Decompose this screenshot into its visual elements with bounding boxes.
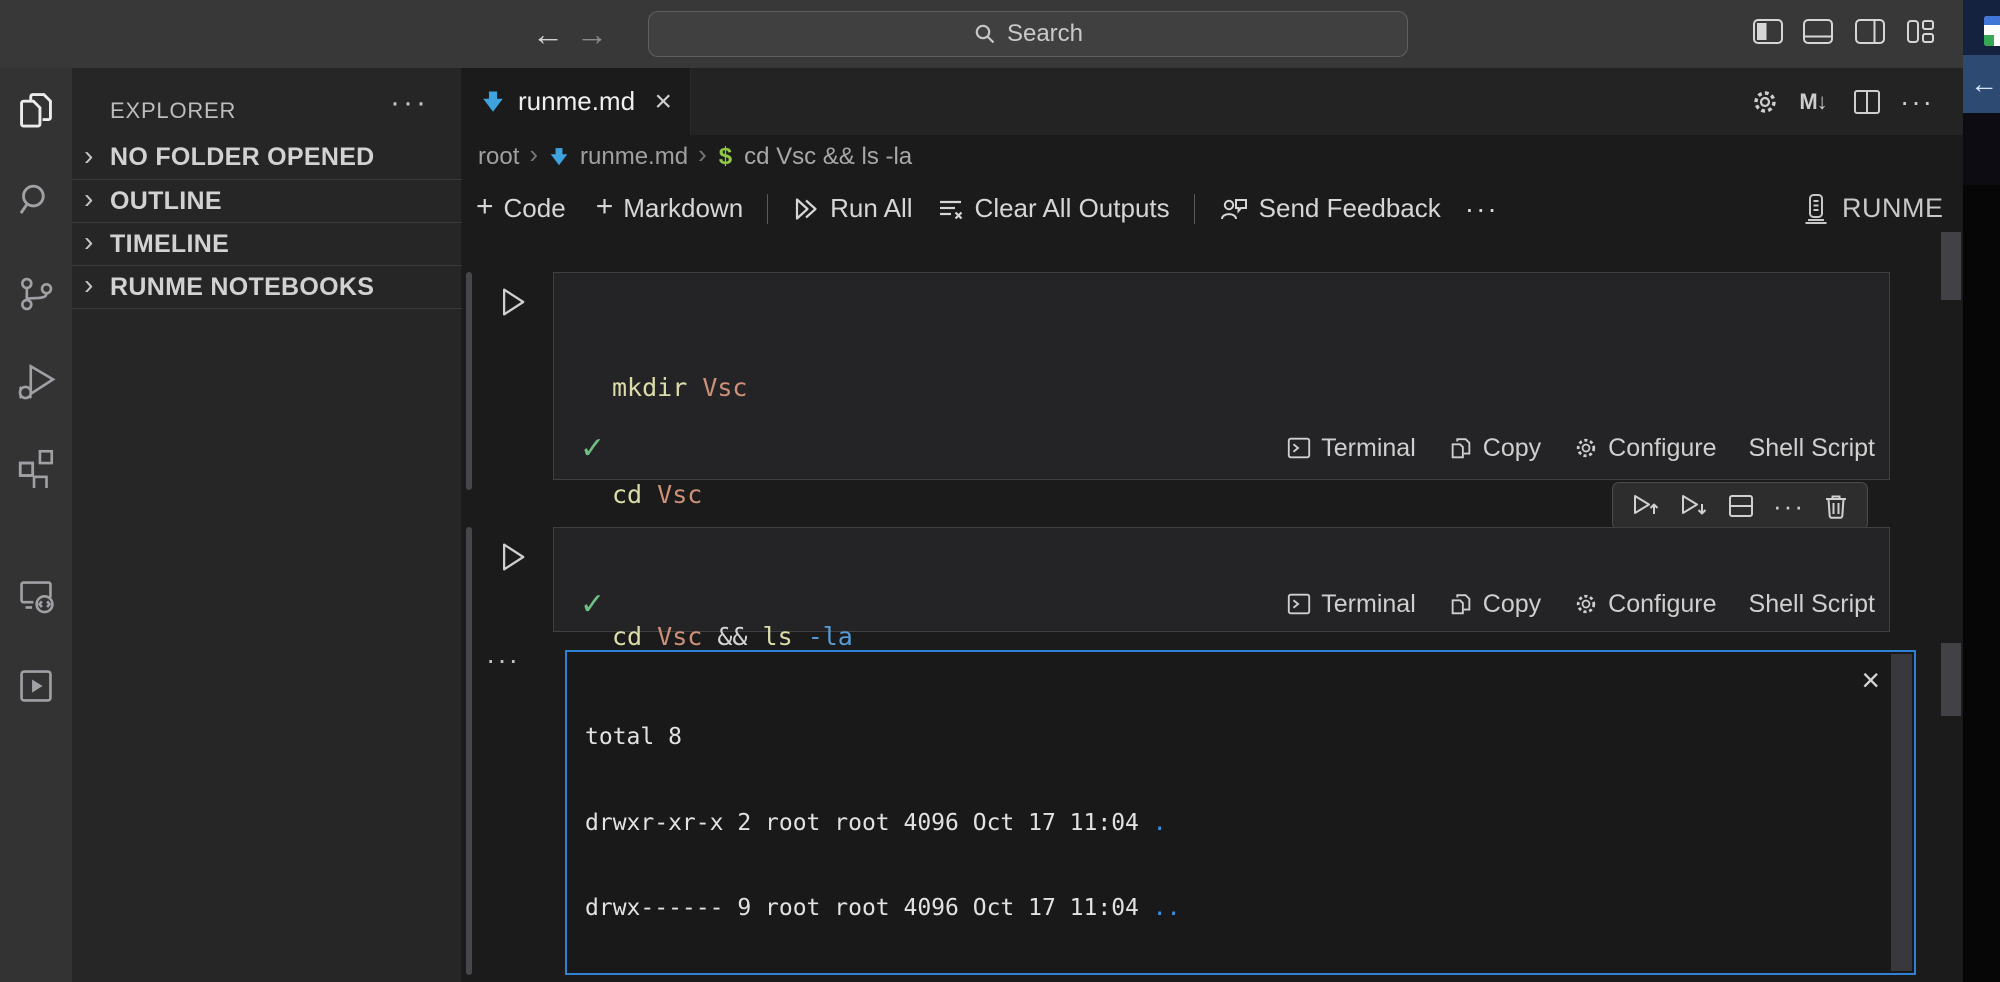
sidebar-section-outline[interactable]: › OUTLINE — [72, 179, 462, 222]
sidebar-section-no-folder-opened[interactable]: › NO FOLDER OPENED — [72, 136, 462, 179]
breadcrumb-file[interactable]: runme.md — [580, 143, 688, 171]
run-cell-button[interactable] — [494, 284, 530, 320]
send-feedback-icon — [1219, 195, 1249, 223]
toggle-secondary-sidebar-icon[interactable] — [1854, 18, 1888, 48]
output-scrollbar-thumb[interactable] — [1941, 643, 1961, 716]
runme-panel-icon[interactable] — [0, 662, 72, 710]
cell-output-terminal[interactable]: total 8 drwxr-xr-x 2 root root 4096 Oct … — [565, 650, 1916, 975]
close-output-icon[interactable]: × — [1861, 664, 1880, 696]
editor-scrollbar-thumb[interactable] — [1941, 232, 1961, 300]
cell-success-check-icon: ✓ — [580, 431, 605, 466]
command-center-search[interactable]: Search — [648, 11, 1408, 57]
run-cell-button[interactable] — [494, 539, 530, 575]
runme-file-icon — [480, 88, 506, 116]
cell-status-bar: Terminal Copy Configure Shell Script — [1286, 434, 1875, 463]
cell-hover-toolbar: ··· — [1612, 482, 1868, 530]
terminal-output-text: total 8 drwxr-xr-x 2 root root 4096 Oct … — [585, 666, 1914, 982]
configure-button[interactable]: Configure — [1573, 434, 1716, 463]
adjacent-window-toolbar: ← — [1963, 55, 2000, 113]
execute-above-cells-icon[interactable] — [1631, 492, 1661, 520]
history-back-icon[interactable]: ← — [528, 10, 568, 58]
split-editor-icon[interactable] — [1850, 86, 1884, 118]
more-actions-icon[interactable]: ··· — [1773, 491, 1805, 522]
plus-icon: + — [596, 192, 614, 222]
cell-focus-indicator[interactable] — [466, 272, 472, 490]
send-feedback-button[interactable]: Send Feedback — [1219, 193, 1441, 224]
remote-explorer-icon[interactable] — [0, 571, 72, 619]
search-view-icon[interactable] — [0, 176, 72, 224]
breadcrumb: root › runme.md › $ cd Vsc && ls -la — [478, 135, 912, 178]
toolbar-divider — [767, 194, 768, 224]
toolbar-divider — [1194, 194, 1195, 224]
clear-all-outputs-icon — [937, 195, 965, 223]
breadcrumb-shell-prompt: $ — [719, 143, 732, 171]
search-label: Search — [1007, 20, 1083, 48]
add-code-cell-button[interactable]: + Code — [476, 193, 566, 224]
cell-language-label[interactable]: Shell Script — [1749, 590, 1875, 619]
delete-cell-icon[interactable] — [1823, 492, 1849, 520]
explorer-sidebar: EXPLORER ··· › NO FOLDER OPENED › OUTLIN… — [72, 68, 462, 982]
activity-bar — [0, 68, 72, 982]
tab-runme-md[interactable]: runme.md × — [462, 68, 691, 135]
explorer-icon[interactable] — [0, 87, 72, 135]
notebook-settings-gear-icon[interactable] — [1748, 86, 1782, 118]
adjacent-window-content — [1963, 185, 2000, 982]
breadcrumb-cell-command[interactable]: cd Vsc && ls -la — [744, 143, 912, 171]
chevron-right-icon: › — [529, 139, 538, 170]
cell-status-bar: Terminal Copy Configure Shell Script — [1286, 590, 1875, 619]
chevron-right-icon: › — [698, 139, 707, 170]
run-and-debug-icon[interactable] — [0, 358, 72, 406]
vscode-window: ← → Search — [0, 0, 2000, 982]
chevron-right-icon: › — [84, 271, 110, 299]
runme-brand: RUNME — [1800, 180, 1944, 237]
plus-icon: + — [476, 192, 494, 222]
chevron-right-icon: › — [84, 228, 110, 256]
cell-focus-indicator[interactable] — [466, 527, 472, 975]
run-all-icon — [792, 195, 820, 223]
code-cell-1[interactable]: mkdir Vsc cd Vsc touch example.txt ✓ Ter… — [553, 272, 1890, 480]
back-arrow-icon: ← — [1970, 68, 1998, 100]
split-cell-icon[interactable] — [1727, 493, 1755, 519]
cell-language-label[interactable]: Shell Script — [1749, 434, 1875, 463]
sidebar-more-actions-icon[interactable]: ··· — [390, 86, 429, 120]
breadcrumb-root[interactable]: root — [478, 143, 519, 171]
chevron-right-icon: › — [84, 142, 110, 170]
open-terminal-button[interactable]: Terminal — [1286, 434, 1415, 463]
adjacent-window-body — [1963, 113, 2000, 185]
open-terminal-button[interactable]: Terminal — [1286, 590, 1415, 619]
calendar-app-icon — [1984, 16, 2000, 46]
toggle-primary-sidebar-icon[interactable] — [1752, 18, 1786, 48]
sidebar-title: EXPLORER — [110, 98, 236, 124]
tab-close-icon[interactable]: × — [654, 87, 672, 117]
search-icon — [973, 22, 997, 46]
code-cell-2[interactable]: cd Vsc && ls -la ✓ Terminal Copy — [553, 527, 1890, 632]
configure-button[interactable]: Configure — [1573, 590, 1716, 619]
history-forward-icon[interactable]: → — [572, 10, 612, 58]
notebook-toolbar: + Code + Markdown Run All Clear All Ou — [476, 180, 1499, 237]
copy-button[interactable]: Copy — [1448, 434, 1541, 463]
sidebar-section-runme-notebooks[interactable]: › RUNME NOTEBOOKS — [72, 265, 462, 308]
toggle-panel-icon[interactable] — [1802, 18, 1836, 48]
runme-file-icon — [548, 145, 570, 169]
markdown-preview-icon[interactable]: M↓ — [1796, 86, 1830, 118]
runme-logo-icon — [1800, 192, 1832, 226]
chevron-right-icon: › — [84, 185, 110, 213]
copy-button[interactable]: Copy — [1448, 590, 1541, 619]
run-all-button[interactable]: Run All — [792, 193, 912, 224]
tab-label: runme.md — [518, 86, 635, 117]
add-markdown-cell-button[interactable]: + Markdown — [596, 193, 743, 224]
extensions-icon[interactable] — [0, 443, 72, 491]
source-control-icon[interactable] — [0, 270, 72, 318]
clear-all-outputs-button[interactable]: Clear All Outputs — [937, 193, 1170, 224]
sidebar-section-timeline[interactable]: › TIMELINE — [72, 222, 462, 265]
execute-cell-and-below-icon[interactable] — [1679, 492, 1709, 520]
cell-success-check-icon: ✓ — [580, 587, 605, 622]
toolbar-more-actions-icon[interactable]: ··· — [1465, 193, 1499, 225]
output-more-actions-icon[interactable]: ··· — [486, 644, 520, 676]
terminal-scrollbar[interactable] — [1891, 654, 1912, 971]
sidebar-sections: › NO FOLDER OPENED › OUTLINE › TIMELINE … — [72, 136, 462, 309]
editor-more-actions-icon[interactable]: ··· — [1900, 86, 1934, 118]
customize-layout-icon[interactable] — [1905, 18, 1939, 48]
